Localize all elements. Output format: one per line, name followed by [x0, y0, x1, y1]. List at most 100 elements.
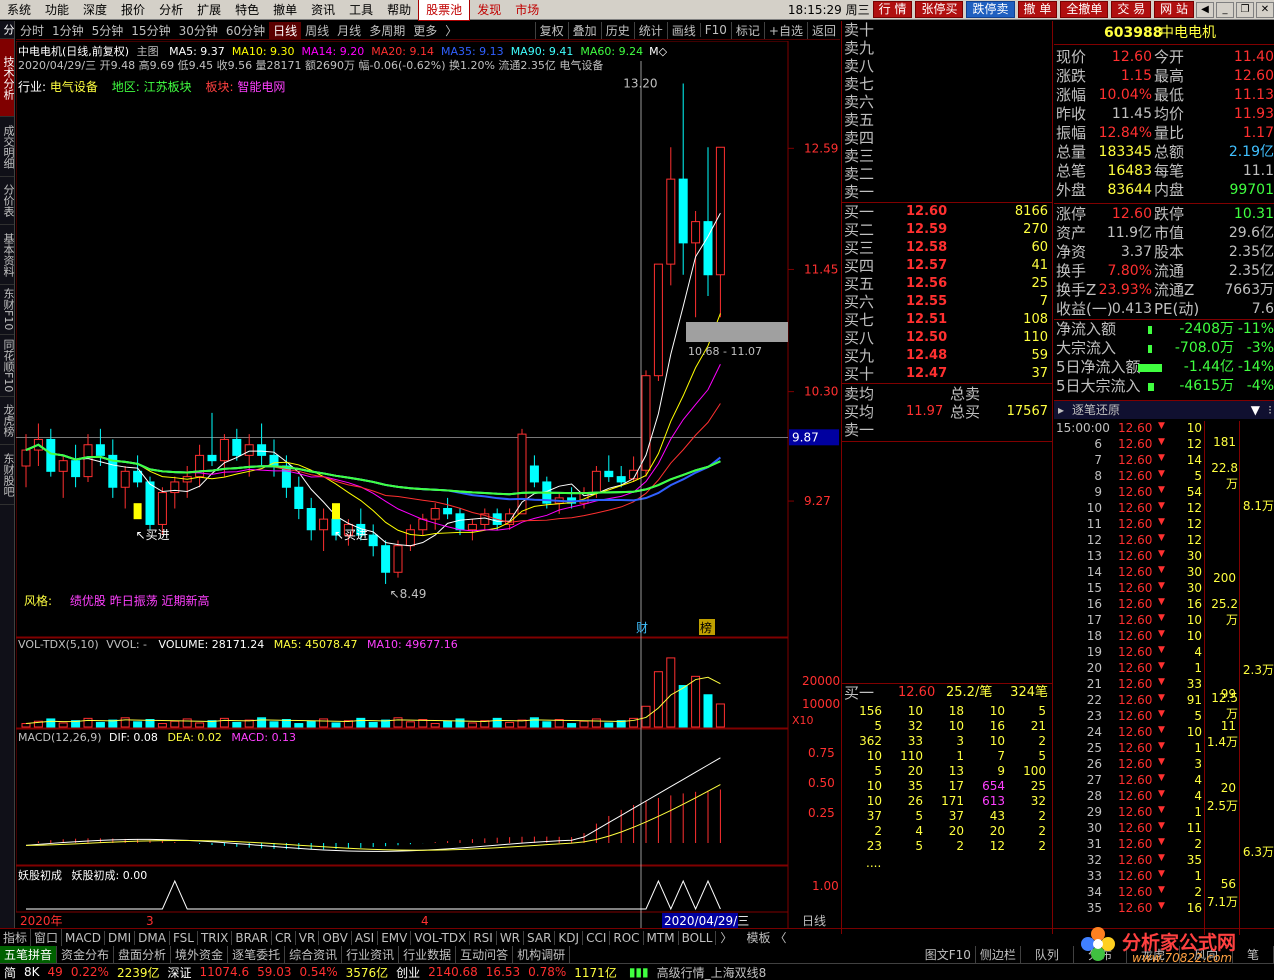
action-cancel-all-button[interactable]: 全撤单: [1060, 1, 1109, 18]
bottom-tab-1[interactable]: 资金分布: [57, 946, 115, 963]
bottom-tab-8[interactable]: 互动问答: [456, 946, 514, 963]
left-tab-eastmoney-f10[interactable]: 东财F10: [0, 285, 15, 335]
indicator-tab-13[interactable]: VOL-TDX: [411, 930, 471, 945]
toolbar-stats[interactable]: 统计: [633, 21, 667, 39]
menu-item-news[interactable]: 资讯: [304, 0, 342, 20]
indicator-tab-14[interactable]: RSI: [470, 930, 497, 945]
period-intraday[interactable]: 分时: [16, 22, 48, 39]
kline-chart[interactable]: 12.59 11.45 10.30 9.27 9.87 13.20 ↖8.49 10.68 -…: [16, 41, 840, 929]
left-tab-forum[interactable]: 东财股吧: [0, 445, 15, 505]
indicator-tab-3[interactable]: DMI: [105, 930, 136, 945]
template-button[interactable]: 模板: [746, 929, 770, 946]
stock-code[interactable]: 603988: [1104, 21, 1162, 45]
action-quote-button[interactable]: 行 情: [872, 1, 913, 18]
menu-item-help[interactable]: 帮助: [380, 0, 418, 20]
rank-marker[interactable]: 榜: [700, 620, 712, 635]
ask-level-row[interactable]: 卖一: [842, 183, 1052, 201]
status-sz-label[interactable]: 深证: [163, 964, 195, 980]
sector-value[interactable]: 智能电网: [237, 80, 285, 94]
bottom-tab-2[interactable]: 盘面分析: [114, 946, 172, 963]
action-limit-up-buy-button[interactable]: 张停买: [915, 1, 964, 18]
period-15min[interactable]: 15分钟: [127, 22, 174, 39]
left-tab-technical[interactable]: 技术分析: [0, 39, 15, 117]
bottom-tab-5[interactable]: 综合资讯: [285, 946, 343, 963]
stock-name[interactable]: 中电电机: [1160, 21, 1216, 45]
bottom-tab-6[interactable]: 行业资讯: [342, 946, 400, 963]
indicator-tab-18[interactable]: CCI: [583, 930, 611, 945]
status-sh-label[interactable]: 简: [0, 964, 20, 980]
style-toggle-icon[interactable]: M◇: [649, 45, 667, 58]
close-icon[interactable]: ✕: [1256, 1, 1274, 18]
bid-level-row[interactable]: 买七 12.51 108: [842, 311, 1052, 329]
right-tab-0[interactable]: 图文F10: [921, 946, 976, 963]
indicator-tab-5[interactable]: FSL: [170, 930, 198, 945]
region-value[interactable]: 江苏板块: [144, 80, 192, 94]
yao-label[interactable]: 妖股初成: [18, 869, 62, 882]
toolbar-overlay[interactable]: 叠加: [567, 21, 601, 39]
bid-level-row[interactable]: 买十 12.47 37: [842, 365, 1052, 383]
bid-level-row[interactable]: 买三 12.58 60: [842, 239, 1052, 257]
bottom-tab-0[interactable]: 五笔拼音: [0, 946, 58, 963]
action-limit-down-sell-button[interactable]: 跌停卖: [966, 1, 1015, 18]
indicator-tab-19[interactable]: ROC: [610, 930, 644, 945]
indicator-tab-16[interactable]: SAR: [524, 930, 556, 945]
toolbar-back[interactable]: 返回: [806, 21, 840, 39]
period-monthly[interactable]: 月线: [333, 22, 365, 39]
bottom-tab-9[interactable]: 机构调研: [513, 946, 571, 963]
indicator-tab-17[interactable]: KDJ: [555, 930, 584, 945]
indicator-tab-2[interactable]: MACD: [62, 930, 106, 945]
vol-label[interactable]: VOL-TDX(5,10): [18, 638, 99, 651]
status-cy-label[interactable]: 创业: [392, 964, 424, 980]
status-feed[interactable]: 高级行情_上海双线8: [653, 964, 771, 980]
menu-item-depth[interactable]: 深度: [76, 0, 114, 20]
menu-item-quote[interactable]: 报价: [114, 0, 152, 20]
indicator-tab-10[interactable]: OBV: [319, 930, 352, 945]
ask-level-row[interactable]: 卖七: [842, 75, 1052, 93]
ask-level-row[interactable]: 卖三: [842, 147, 1052, 165]
indicator-tab-20[interactable]: MTM: [644, 930, 679, 945]
menu-item-stock-pool[interactable]: 股票池: [418, 0, 471, 21]
menu-item-discover[interactable]: 发现: [470, 0, 508, 20]
period-more[interactable]: 更多: [409, 22, 441, 39]
bid-level-row[interactable]: 买四 12.57 41: [842, 257, 1052, 275]
bid-level-row[interactable]: 买六 12.55 7: [842, 293, 1052, 311]
bottom-tab-7[interactable]: 行业数据: [399, 946, 457, 963]
ask-level-row[interactable]: 卖十: [842, 21, 1052, 39]
action-trade-button[interactable]: 交 易: [1111, 1, 1152, 18]
indicator-tab-0[interactable]: 指标: [0, 929, 32, 946]
period-30min[interactable]: 30分钟: [175, 22, 222, 39]
period-daily[interactable]: 日线: [269, 21, 302, 39]
menu-item-analysis[interactable]: 分析: [152, 0, 190, 20]
toolbar-history[interactable]: 历史: [600, 21, 634, 39]
indicator-tab-15[interactable]: WR: [497, 930, 525, 945]
bottom-tab-3[interactable]: 境外资金: [171, 946, 229, 963]
indicator-tab-11[interactable]: ASI: [352, 930, 379, 945]
period-multi[interactable]: 多周期: [365, 22, 409, 39]
tab-scroll-right-icon[interactable]: 〉: [716, 929, 736, 946]
restore-icon[interactable]: ❐: [1236, 1, 1254, 18]
toolbar-draw[interactable]: 画线: [666, 21, 700, 39]
tick-filter-icon[interactable]: ▼: [1251, 401, 1260, 419]
bottom-tab-4[interactable]: 逐笔委托: [228, 946, 286, 963]
indicator-tab-9[interactable]: VR: [296, 930, 320, 945]
left-tab-top[interactable]: 分: [0, 21, 15, 39]
action-cancel-button[interactable]: 撤 单: [1017, 1, 1058, 18]
indicator-tab-7[interactable]: BRAR: [232, 930, 273, 945]
menu-item-cancel-order[interactable]: 撤单: [266, 0, 304, 20]
minimize-icon[interactable]: _: [1216, 1, 1234, 18]
bid-level-row[interactable]: 买九 12.48 59: [842, 347, 1052, 365]
period-1min[interactable]: 1分钟: [48, 22, 88, 39]
left-tab-basic-info[interactable]: 基本资料: [0, 225, 15, 285]
tick-expand-icon[interactable]: ▸: [1058, 401, 1064, 419]
tick-settings-icon[interactable]: ⁝: [1268, 401, 1272, 419]
menu-item-extend[interactable]: 扩展: [190, 0, 228, 20]
finance-marker[interactable]: 财: [636, 621, 648, 635]
toolbar-mark[interactable]: 标记: [730, 21, 764, 39]
menu-item-function[interactable]: 功能: [38, 0, 76, 20]
tab-scroll-left-icon[interactable]: 〈: [770, 929, 790, 946]
indicator-tab-4[interactable]: DMA: [135, 930, 170, 945]
ask-level-row[interactable]: 卖八: [842, 57, 1052, 75]
ask-level-row[interactable]: 卖六: [842, 93, 1052, 111]
indicator-tab-8[interactable]: CR: [272, 930, 296, 945]
left-tab-dragon-tiger[interactable]: 龙虎榜: [0, 397, 15, 445]
